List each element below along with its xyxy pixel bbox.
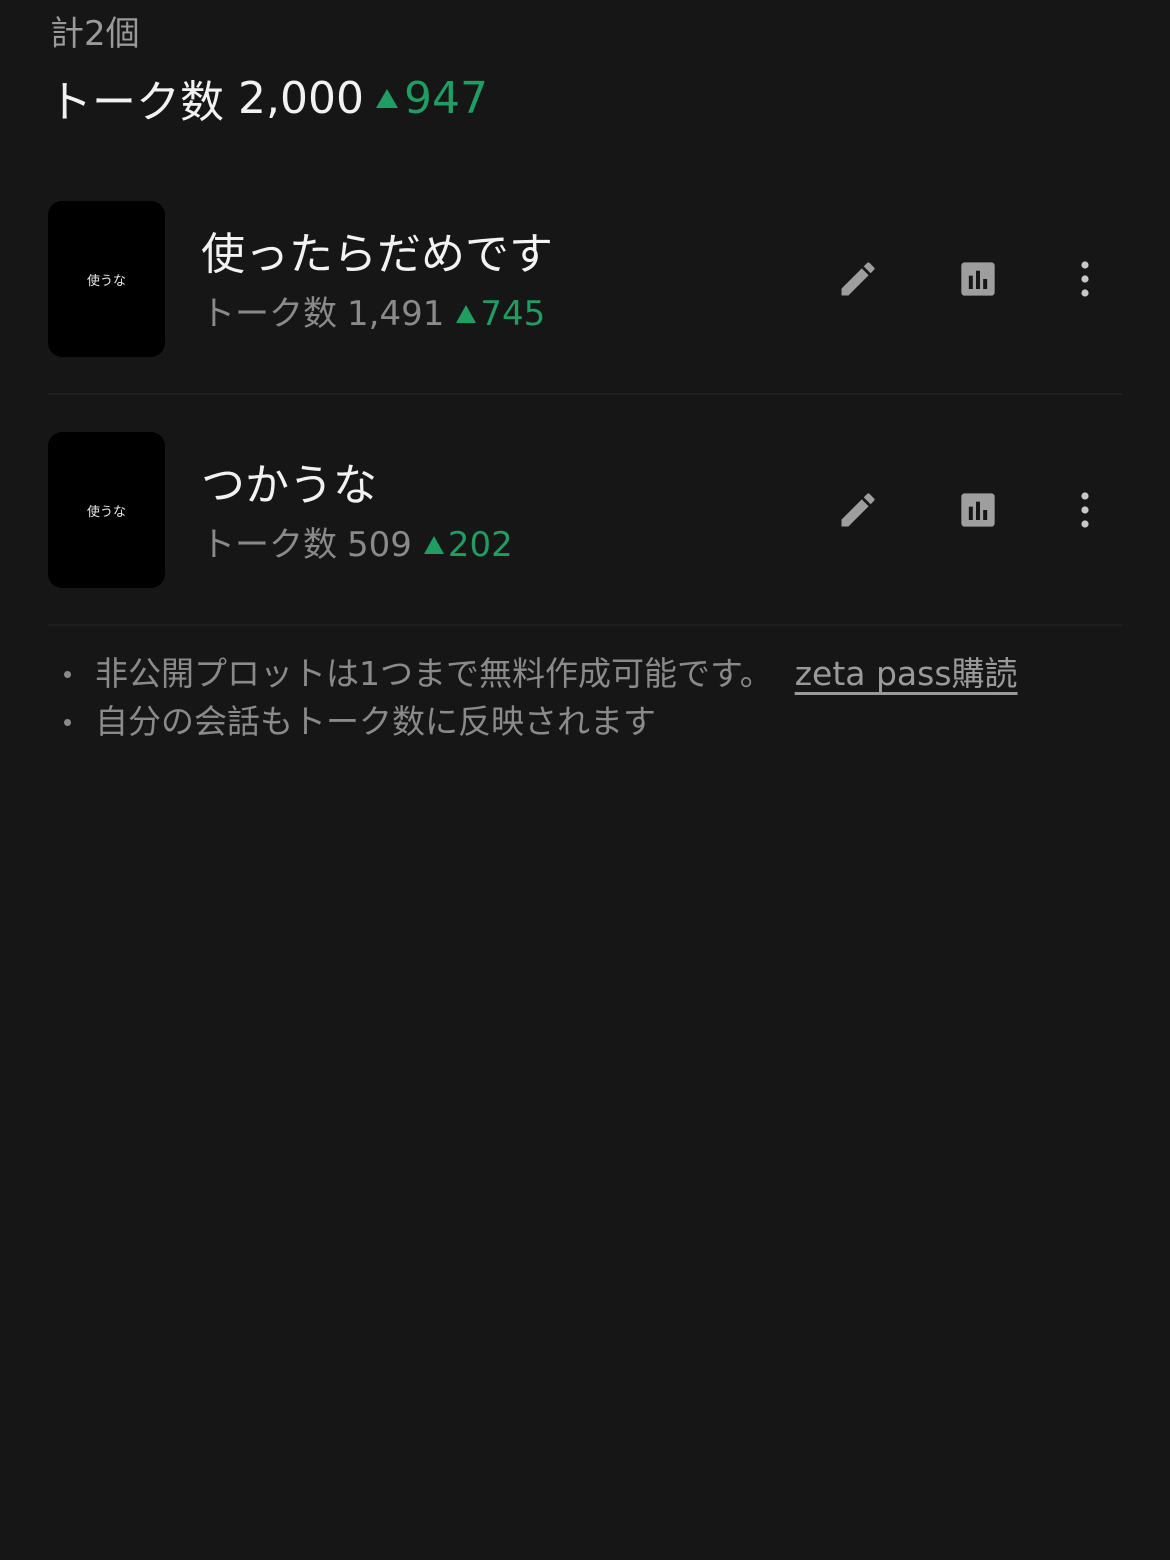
plot-item[interactable]: 使うな つかうな トーク数 509 202 xyxy=(48,432,1122,588)
more-vertical-icon xyxy=(1081,261,1089,297)
bar-chart-icon xyxy=(961,493,995,527)
note-text: 非公開プロットは1つまで無料作成可能です。 xyxy=(95,654,773,693)
bar-chart-icon xyxy=(961,262,995,296)
stats-button[interactable] xyxy=(952,484,1004,536)
divider xyxy=(48,393,1122,395)
total-delta-value: 947 xyxy=(403,72,488,124)
notes-list: 非公開プロットは1つまで無料作成可能です。 zeta pass購読 自分の会話も… xyxy=(60,650,1120,746)
plot-thumbnail[interactable]: 使うな xyxy=(48,432,165,588)
thumbnail-text: 使うな xyxy=(86,504,126,520)
plot-item[interactable]: 使うな 使ったらだめです トーク数 1,491 745 xyxy=(48,201,1122,357)
talk-label: トーク数 xyxy=(201,294,337,334)
talk-label: トーク数 xyxy=(201,525,337,565)
talk-delta-value: 745 xyxy=(480,294,546,334)
edit-button[interactable] xyxy=(832,484,884,536)
total-talks-summary: トーク数 2,000 947 xyxy=(48,68,488,129)
note-item: 非公開プロットは1つまで無料作成可能です。 zeta pass購読 xyxy=(60,650,1120,698)
edit-button[interactable] xyxy=(832,253,884,305)
total-talk-delta: 947 xyxy=(375,72,488,124)
up-triangle-icon xyxy=(456,305,477,323)
plot-talk-stats: トーク数 509 202 xyxy=(201,524,513,566)
bullet-icon xyxy=(64,718,71,726)
plot-title[interactable]: つかうな xyxy=(201,460,377,512)
note-text: 自分の会話もトーク数に反映されます xyxy=(95,702,656,741)
up-triangle-icon xyxy=(375,88,398,108)
talk-delta-value: 202 xyxy=(447,525,513,565)
zeta-pass-subscribe-link[interactable]: zeta pass購読 xyxy=(795,650,1018,698)
pencil-icon xyxy=(841,262,875,296)
plot-thumbnail[interactable]: 使うな xyxy=(48,201,165,357)
more-options-button[interactable] xyxy=(1059,484,1111,536)
talk-delta: 202 xyxy=(423,524,513,566)
more-options-button[interactable] xyxy=(1059,253,1111,305)
plot-talk-stats: トーク数 1,491 745 xyxy=(201,293,545,335)
total-talk-count: 2,000 xyxy=(238,72,364,124)
talk-count: 509 xyxy=(347,525,412,565)
pencil-icon xyxy=(841,493,875,527)
stats-button[interactable] xyxy=(952,253,1004,305)
bullet-icon xyxy=(64,670,71,678)
note-item: 自分の会話もトーク数に反映されます xyxy=(60,698,1120,746)
talk-count: 1,491 xyxy=(347,294,445,334)
plot-count-label: 計2個 xyxy=(50,14,140,54)
total-talk-label: トーク数 xyxy=(48,77,224,128)
plot-title[interactable]: 使ったらだめです xyxy=(201,229,553,281)
more-vertical-icon xyxy=(1081,492,1089,528)
divider xyxy=(48,624,1122,626)
up-triangle-icon xyxy=(423,536,444,554)
talk-delta: 745 xyxy=(456,293,545,335)
thumbnail-text: 使うな xyxy=(86,273,126,289)
